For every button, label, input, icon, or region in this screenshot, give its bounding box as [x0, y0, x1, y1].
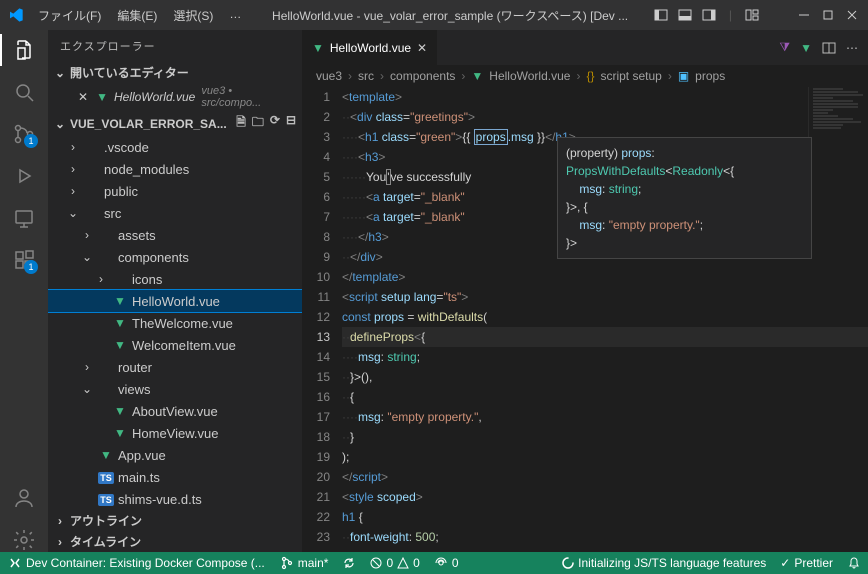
status-bell-icon[interactable] [840, 552, 868, 574]
tree-item[interactable]: ▼HelloWorld.vue [48, 290, 302, 312]
tree-item[interactable]: ⌄components [48, 246, 302, 268]
editor-tab[interactable]: ▼ HelloWorld.vue ✕ [302, 30, 438, 65]
activity-account-icon[interactable] [12, 486, 36, 510]
vscode-logo-icon [8, 7, 24, 23]
status-remote[interactable]: Dev Container: Existing Docker Compose (… [0, 552, 273, 574]
activity-scm-icon[interactable]: 1 [12, 122, 36, 146]
more-icon[interactable]: ⋯ [846, 41, 858, 55]
tree-item[interactable]: ›assets [48, 224, 302, 246]
tree-item[interactable]: ▼AboutView.vue [48, 400, 302, 422]
minimap[interactable] [808, 87, 868, 207]
window-minimize-icon[interactable] [796, 7, 812, 23]
refresh-icon[interactable]: ⟳ [270, 113, 280, 134]
status-ports[interactable]: 0 [427, 552, 466, 574]
menu-file[interactable]: ファイル(F) [32, 3, 107, 28]
tree-item[interactable]: ›router [48, 356, 302, 378]
activity-search-icon[interactable] [12, 80, 36, 104]
open-editor-item[interactable]: ✕ ▼ HelloWorld.vue vue3 • src/compo... [48, 83, 302, 111]
activity-remote-icon[interactable] [12, 206, 36, 230]
menu-edit[interactable]: 編集(E) [111, 3, 163, 28]
layout-customize-icon[interactable] [744, 7, 760, 23]
close-icon[interactable]: ✕ [78, 90, 88, 104]
window-close-icon[interactable] [844, 7, 860, 23]
tree-item[interactable]: ›icons [48, 268, 302, 290]
window-title: HelloWorld.vue - vue_volar_error_sample … [247, 7, 653, 24]
new-folder-icon[interactable]: 🗀 [252, 113, 264, 134]
layout-sidebar-right-icon[interactable] [701, 7, 717, 23]
menu-overflow[interactable]: … [223, 3, 247, 28]
breadcrumb[interactable]: vue3› src› components› ▼HelloWorld.vue› … [302, 65, 868, 87]
status-init[interactable]: Initializing JS/TS language features [555, 552, 773, 574]
tree-item[interactable]: ▼HomeView.vue [48, 422, 302, 444]
open-editors-header[interactable]: ⌄開いているエディター [48, 62, 302, 83]
volar-icon[interactable]: ⧩ [779, 40, 790, 55]
timeline-header[interactable]: ›タイムライン [48, 531, 302, 552]
status-prettier[interactable]: ✓Prettier [773, 552, 840, 574]
activity-debug-icon[interactable] [12, 164, 36, 188]
tree-item[interactable]: ›.vscode [48, 136, 302, 158]
layout-sidebar-left-icon[interactable] [653, 7, 669, 23]
workspace-header[interactable]: ⌄ VUE_VOLAR_ERROR_SA... 🗎 🗀 ⟳ ⊟ [48, 111, 302, 136]
status-branch[interactable]: main* [273, 552, 336, 574]
tab-close-icon[interactable]: ✕ [417, 41, 427, 55]
activity-extensions-icon[interactable]: 1 [12, 248, 36, 272]
activity-explorer-icon[interactable] [12, 38, 36, 62]
tree-item[interactable]: ⌄views [48, 378, 302, 400]
split-editor-icon[interactable] [822, 41, 836, 55]
status-sync[interactable] [335, 552, 363, 574]
tree-item[interactable]: TSshims-vue.d.ts [48, 488, 302, 510]
tree-item[interactable]: ›public [48, 180, 302, 202]
sidebar-title: エクスプローラー [48, 30, 302, 62]
new-file-icon[interactable]: 🗎 [236, 113, 246, 134]
menu-select[interactable]: 選択(S) [167, 3, 219, 28]
tree-item[interactable]: ▼WelcomeItem.vue [48, 334, 302, 356]
status-problems[interactable]: 0 0 [363, 552, 426, 574]
tree-item[interactable]: ▼App.vue [48, 444, 302, 466]
tree-item[interactable]: TSmain.ts [48, 466, 302, 488]
window-maximize-icon[interactable] [820, 7, 836, 23]
tree-item[interactable]: ›node_modules [48, 158, 302, 180]
outline-header[interactable]: ›アウトライン [48, 510, 302, 531]
layout-panel-icon[interactable] [677, 7, 693, 23]
tree-item[interactable]: ⌄src [48, 202, 302, 224]
tree-item[interactable]: ▼TheWelcome.vue [48, 312, 302, 334]
activity-settings-icon[interactable] [12, 528, 36, 552]
vue-icon[interactable]: ▼ [800, 41, 812, 55]
collapse-icon[interactable]: ⊟ [286, 113, 296, 134]
hover-tooltip: (property) props: PropsWithDefaults<Read… [557, 137, 812, 259]
